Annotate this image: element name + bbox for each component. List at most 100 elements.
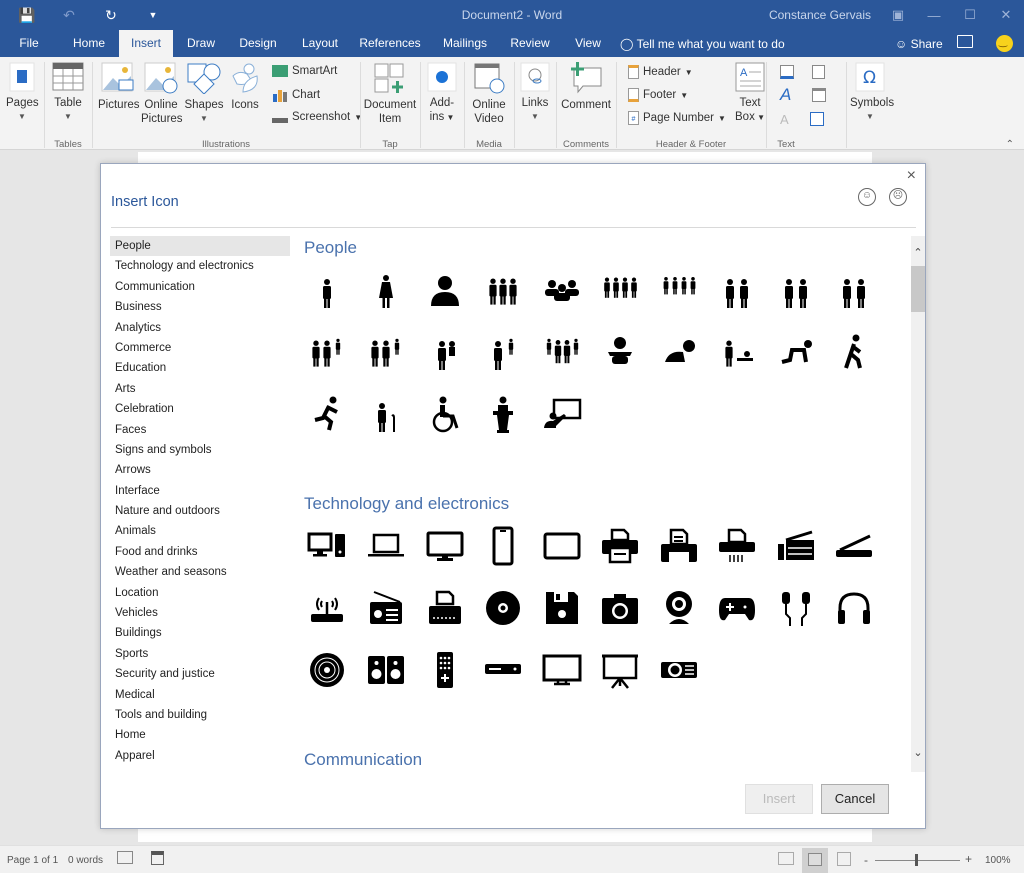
read-mode-icon[interactable] bbox=[778, 852, 794, 865]
table-button[interactable]: Table ▼ bbox=[50, 62, 86, 124]
document-item-button[interactable]: Document Item bbox=[363, 62, 417, 126]
category-item[interactable]: Apparel bbox=[110, 746, 290, 766]
online-pictures-button[interactable]: Online Pictures bbox=[141, 62, 183, 126]
tab-references[interactable]: References bbox=[358, 30, 422, 57]
smartphone-icon[interactable] bbox=[481, 524, 525, 568]
links-button[interactable]: Links ▼ bbox=[518, 62, 552, 124]
tab-layout[interactable]: Layout bbox=[297, 30, 343, 57]
family-of-four-icon[interactable] bbox=[540, 330, 584, 374]
headphones-icon[interactable] bbox=[832, 586, 876, 630]
category-item[interactable]: Technology and electronics bbox=[110, 256, 290, 276]
category-item[interactable]: Food and drinks bbox=[110, 542, 290, 562]
monitor-icon[interactable] bbox=[423, 524, 467, 568]
tell-me-search[interactable]: ◯ Tell me what you want to do bbox=[620, 37, 785, 51]
tab-file[interactable]: File bbox=[10, 30, 48, 57]
tab-mailings[interactable]: Mailings bbox=[438, 30, 492, 57]
gallery-scrollbar[interactable]: ⌃ ⌄ bbox=[911, 236, 925, 772]
word-count[interactable]: 0 words bbox=[68, 855, 103, 866]
game-controller-icon[interactable] bbox=[715, 586, 759, 630]
minimize-icon[interactable]: — bbox=[916, 8, 952, 23]
floppy-disk-icon[interactable] bbox=[540, 586, 584, 630]
cd-icon[interactable] bbox=[481, 586, 525, 630]
speakers-icon[interactable] bbox=[364, 648, 408, 692]
category-item[interactable]: Arts bbox=[110, 379, 290, 399]
category-item[interactable]: People bbox=[110, 236, 290, 257]
category-item[interactable]: Tools and building bbox=[110, 705, 290, 725]
drop-cap-icon[interactable]: A bbox=[780, 112, 789, 127]
screenshot-button[interactable]: Screenshot ▼ bbox=[272, 111, 362, 123]
woman-icon[interactable] bbox=[364, 268, 408, 312]
category-item[interactable]: Celebration bbox=[110, 399, 290, 419]
category-item[interactable]: Nature and outdoors bbox=[110, 501, 290, 521]
user-icon[interactable] bbox=[423, 268, 467, 312]
laptop-icon[interactable] bbox=[364, 524, 408, 568]
tab-review[interactable]: Review bbox=[507, 30, 553, 57]
signature-line-icon[interactable] bbox=[812, 65, 825, 79]
icons-button[interactable]: Icons bbox=[228, 62, 262, 112]
scroll-up-icon[interactable]: ⌃ bbox=[911, 246, 925, 262]
remote-control-icon[interactable] bbox=[423, 648, 467, 692]
group-of-four-mixed-icon[interactable] bbox=[598, 268, 642, 312]
category-item[interactable]: Weather and seasons bbox=[110, 562, 290, 582]
dvd-player-icon[interactable] bbox=[481, 648, 525, 692]
paper-shredder-icon[interactable] bbox=[715, 524, 759, 568]
text-box-button[interactable]: A Text Box ▼ bbox=[730, 62, 770, 125]
comments-icon[interactable] bbox=[957, 35, 973, 48]
wheelchair-user-icon[interactable] bbox=[423, 392, 467, 436]
cancel-button[interactable]: Cancel bbox=[821, 784, 889, 814]
category-item[interactable]: Education bbox=[110, 358, 290, 378]
family-with-child-icon[interactable] bbox=[305, 330, 349, 374]
quick-parts-icon[interactable] bbox=[780, 65, 794, 79]
wordart-icon[interactable]: A bbox=[780, 85, 791, 105]
pages-button[interactable]: Pages ▼ bbox=[6, 62, 39, 124]
diaper-changing-icon[interactable] bbox=[715, 330, 759, 374]
date-time-icon[interactable] bbox=[812, 88, 826, 102]
proofing-icon[interactable] bbox=[117, 851, 133, 864]
copier-icon[interactable] bbox=[774, 524, 818, 568]
speaker-at-podium-icon[interactable] bbox=[481, 392, 525, 436]
category-item[interactable]: Buildings bbox=[110, 623, 290, 643]
chart-button[interactable]: Chart bbox=[272, 88, 320, 102]
page-number-button[interactable]: # Page Number ▼ bbox=[628, 111, 726, 125]
header-button[interactable]: Header ▼ bbox=[628, 65, 693, 79]
man-icon[interactable] bbox=[305, 268, 349, 312]
smartart-button[interactable]: SmartArt bbox=[272, 65, 337, 77]
couple-icon[interactable] bbox=[715, 268, 759, 312]
presenter-at-board-icon[interactable] bbox=[540, 392, 584, 436]
ribbon-display-options-icon[interactable]: ▣ bbox=[880, 7, 916, 23]
scroll-thumb[interactable] bbox=[911, 266, 925, 312]
collapse-ribbon-icon[interactable]: ⌃ bbox=[1006, 139, 1014, 150]
tab-insert[interactable]: Insert bbox=[119, 30, 173, 57]
category-item[interactable]: Security and justice bbox=[110, 664, 290, 684]
category-item[interactable]: Business bbox=[110, 297, 290, 317]
team-icon[interactable] bbox=[540, 268, 584, 312]
radio-icon[interactable] bbox=[364, 586, 408, 630]
crawling-baby-icon[interactable] bbox=[657, 330, 701, 374]
group-of-three-icon[interactable] bbox=[481, 268, 525, 312]
webcam-icon[interactable] bbox=[657, 586, 701, 630]
desktop-computer-icon[interactable] bbox=[305, 524, 349, 568]
dialog-close-icon[interactable]: × bbox=[907, 167, 916, 185]
printer-icon[interactable] bbox=[598, 524, 642, 568]
comment-button[interactable]: Comment bbox=[560, 62, 612, 112]
tv-icon[interactable] bbox=[540, 648, 584, 692]
category-item[interactable]: Vehicles bbox=[110, 603, 290, 623]
category-item[interactable]: Interface bbox=[110, 481, 290, 501]
feedback-smiley-icon[interactable] bbox=[996, 35, 1013, 52]
symbols-button[interactable]: Ω Symbols ▼ bbox=[850, 62, 894, 124]
vinyl-record-icon[interactable] bbox=[305, 648, 349, 692]
page-count[interactable]: Page 1 of 1 bbox=[7, 855, 58, 866]
scanner-icon[interactable] bbox=[832, 524, 876, 568]
zoom-in-button[interactable]: + bbox=[965, 852, 972, 866]
person-crawling-icon[interactable] bbox=[774, 330, 818, 374]
online-video-button[interactable]: Online Video bbox=[468, 62, 510, 126]
tab-home[interactable]: Home bbox=[66, 30, 112, 57]
close-icon[interactable]: ✕ bbox=[988, 7, 1024, 23]
category-item[interactable]: Signs and symbols bbox=[110, 440, 290, 460]
earbuds-icon[interactable] bbox=[774, 586, 818, 630]
footer-button[interactable]: Footer ▼ bbox=[628, 88, 688, 102]
tab-draw[interactable]: Draw bbox=[181, 30, 221, 57]
father-with-child-icon[interactable] bbox=[481, 330, 525, 374]
projector-screen-icon[interactable] bbox=[598, 648, 642, 692]
category-item[interactable]: Commerce bbox=[110, 338, 290, 358]
